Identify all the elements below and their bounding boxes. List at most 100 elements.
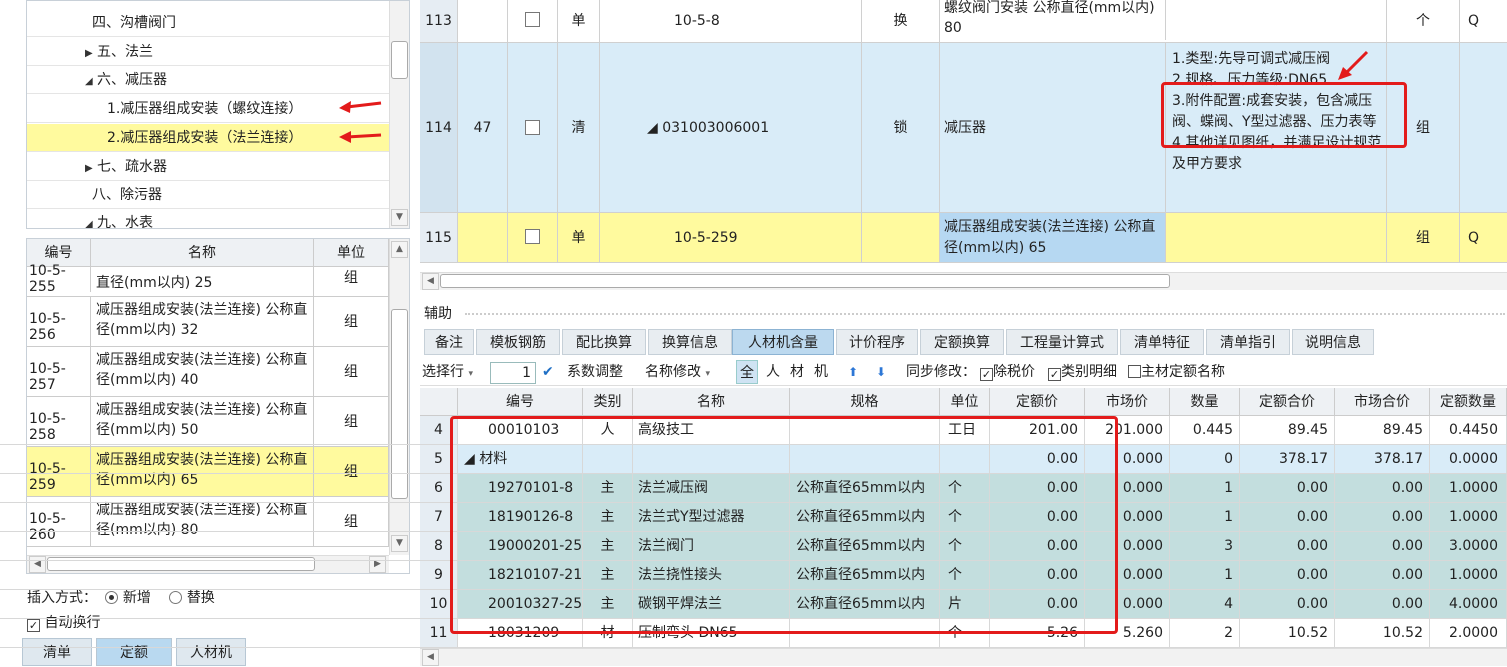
tab-pricing[interactable]: 计价程序: [836, 329, 918, 355]
col-header-unit[interactable]: 单位: [314, 239, 389, 267]
scroll-up-icon[interactable]: ▲: [391, 241, 408, 258]
spec-cell: [790, 619, 940, 647]
row-checkbox[interactable]: [508, 43, 558, 212]
tab-mix-ratio[interactable]: 配比换算: [562, 329, 646, 355]
col-header-name[interactable]: 名称: [91, 239, 314, 267]
move-down-icon[interactable]: ⬇: [876, 358, 886, 386]
expand-arrow-icon[interactable]: ▶: [85, 40, 97, 68]
detail-checkbox[interactable]: ✓: [1048, 368, 1061, 381]
tree-item-label: 1.减压器组成安装（螺纹连接）: [107, 101, 303, 117]
collapse-arrow-icon[interactable]: ◢: [85, 211, 97, 228]
cat-cell: 主: [583, 503, 633, 531]
tree-scrollbar[interactable]: ▼: [389, 1, 409, 228]
scroll-thumb[interactable]: [391, 41, 408, 79]
list-row[interactable]: 10-5-256 减压器组成安装(法兰连接) 公称直径(mm以内) 32 组: [27, 297, 389, 347]
tax-option[interactable]: ✓ 除税价: [980, 358, 1035, 386]
rename-dropdown[interactable]: 名称修改 ▾: [645, 358, 710, 388]
tree-item-label: 八、除污器: [92, 187, 162, 203]
col-header-quota-price[interactable]: 定额价: [990, 388, 1085, 416]
table-row[interactable]: 113 单 10-5-8 换 螺纹阀门安装 公称直径(mm以内) 80 个 Q: [420, 0, 1507, 43]
scroll-down-icon[interactable]: ▼: [391, 209, 408, 226]
tab-bill-features[interactable]: 清单特征: [1120, 329, 1204, 355]
filter-all-button[interactable]: 全: [736, 360, 758, 384]
col-header-name[interactable]: 名称: [633, 388, 790, 416]
cat-cell: 主: [583, 590, 633, 618]
qty-cell: 4: [1170, 590, 1240, 618]
name-cell: 法兰阀门: [633, 532, 790, 560]
list-row[interactable]: 10-5-255 直径(mm以内) 25 组: [27, 263, 389, 297]
select-row-label: 选择行: [422, 364, 464, 380]
scroll-thumb[interactable]: [440, 274, 1170, 288]
col-header-market-price[interactable]: 市场价: [1085, 388, 1170, 416]
tab-quantity-formula[interactable]: 工程量计算式: [1006, 329, 1118, 355]
cat-cell: 主: [583, 561, 633, 589]
tree-item-reducer[interactable]: ◢ 六、减压器: [27, 66, 389, 94]
total-cell: 378.17: [1240, 445, 1335, 473]
bill-grid[interactable]: 113 单 10-5-8 换 螺纹阀门安装 公称直径(mm以内) 80 个 Q …: [420, 0, 1507, 270]
tree-item-strainer[interactable]: 八、除污器: [27, 181, 389, 209]
grid-hscrollbar[interactable]: ◀: [420, 272, 1507, 290]
table-row[interactable]: 6 19270101-8 主法兰减压阀 公称直径65mm以内个 0.00 0.000 1 0.…: [0, 474, 1507, 503]
name-cell: 高级技工: [633, 416, 790, 444]
move-up-icon[interactable]: ⬆: [848, 358, 858, 386]
list-row[interactable]: 10-5-257 减压器组成安装(法兰连接) 公称直径(mm以内) 40 组: [27, 347, 389, 397]
main-name-label: 主材定额名称: [1141, 364, 1225, 380]
main-name-checkbox[interactable]: [1128, 365, 1141, 378]
table-row[interactable]: 8 19000201-25 主法兰阀门 公称直径65mm以内个 0.00 0.000 3 0.…: [0, 532, 1507, 561]
select-row-dropdown[interactable]: 选择行 ▾: [422, 358, 473, 388]
col-header-code[interactable]: 编号: [458, 388, 583, 416]
tab-resource-content[interactable]: 人材机含量: [732, 329, 834, 355]
row-checkbox[interactable]: [508, 0, 558, 42]
col-header-quantity[interactable]: 数量: [1170, 388, 1240, 416]
col-header-category[interactable]: 类别: [583, 388, 633, 416]
name-cell: 螺纹阀门安装 公称直径(mm以内) 80: [940, 0, 1166, 40]
tree-item-steam-trap[interactable]: ▶ 七、疏水器: [27, 153, 389, 181]
col-header-quota-total[interactable]: 定额合价: [1240, 388, 1335, 416]
tree-item-label: 2.减压器组成安装（法兰连接）: [107, 130, 303, 146]
filter-machine-button[interactable]: 机: [814, 358, 828, 386]
col-header-spec[interactable]: 规格: [790, 388, 940, 416]
tree-item-water-meter[interactable]: ◢ 九、水表: [27, 209, 389, 228]
filter-labor-button[interactable]: 人: [766, 358, 780, 386]
tree-item-ditch-valve[interactable]: 四、沟槽阀门: [27, 9, 389, 37]
filter-material-button[interactable]: 材: [790, 358, 804, 386]
type-cell: 单: [558, 213, 600, 262]
coef-adjust-button[interactable]: 系数调整: [567, 358, 623, 386]
tree-item-flange[interactable]: ▶ 五、法兰: [27, 38, 389, 66]
tax-checkbox[interactable]: ✓: [980, 368, 993, 381]
resource-hscrollbar[interactable]: ◀: [420, 648, 1507, 666]
table-row-selected[interactable]: 115 单 10-5-259 减压器组成安装(法兰连接) 公称直径(mm以内) …: [420, 213, 1507, 263]
scroll-left-icon[interactable]: ◀: [422, 273, 439, 290]
name-cell[interactable]: 减压器组成安装(法兰连接) 公称直径(mm以内) 65: [940, 213, 1166, 262]
tab-bill-guide[interactable]: 清单指引: [1206, 329, 1290, 355]
main-name-option[interactable]: 主材定额名称: [1128, 358, 1225, 386]
tab-remarks[interactable]: 备注: [424, 329, 474, 355]
collapse-arrow-icon[interactable]: ◢: [85, 68, 97, 96]
cat-cell: 人: [583, 416, 633, 444]
code-cell: 19000201-25: [458, 532, 583, 560]
tab-formwork[interactable]: 模板钢筋: [476, 329, 560, 355]
col-header-market-total[interactable]: 市场合价: [1335, 388, 1430, 416]
tab-quota-conversion[interactable]: 定额换算: [920, 329, 1004, 355]
table-row[interactable]: 9 18210107-21 主法兰挠性接头 公称直径65mm以内个 0.00 0.000 1…: [0, 561, 1507, 590]
expand-arrow-icon[interactable]: ▶: [85, 155, 97, 183]
mprice-cell: 0.000: [1085, 561, 1170, 589]
tab-conversion-info[interactable]: 换算信息: [648, 329, 732, 355]
table-row[interactable]: 10 20010327-25 主碳钢平焊法兰 公称直径65mm以内片 0.00 0.000…: [0, 590, 1507, 619]
count-input[interactable]: 1: [490, 362, 536, 384]
dqty-cell: 3.0000: [1430, 532, 1507, 560]
col-header-unit[interactable]: 单位: [940, 388, 990, 416]
table-row[interactable]: 7 18190126-8 主法兰式Y型过滤器 公称直径65mm以内个 0.00 0.000…: [0, 503, 1507, 532]
scroll-left-icon[interactable]: ◀: [422, 649, 439, 666]
tree-item-label: 四、沟槽阀门: [92, 15, 176, 31]
table-row[interactable]: 4 00010103 人高级技工 工日 201.00 201.000 0.445 89.45 8…: [0, 416, 1507, 445]
detail-option[interactable]: ✓ 类别明细: [1048, 358, 1117, 386]
table-row[interactable]: 5 ◢ 材料 0.00 0.000 0 378.17 378.17 0.0000: [0, 445, 1507, 474]
col-header-quota-qty[interactable]: 定额数量: [1430, 388, 1507, 416]
total-cell: 0.00: [1240, 532, 1335, 560]
row-checkbox[interactable]: [508, 213, 558, 262]
tab-description[interactable]: 说明信息: [1292, 329, 1374, 355]
red-arrow-icon: [1338, 50, 1369, 80]
unit-cell: 组: [1387, 43, 1460, 212]
table-row[interactable]: 11 18031209 材压制弯头 DN65 个 5.26 5.260 2 10.52 10.5…: [0, 619, 1507, 648]
